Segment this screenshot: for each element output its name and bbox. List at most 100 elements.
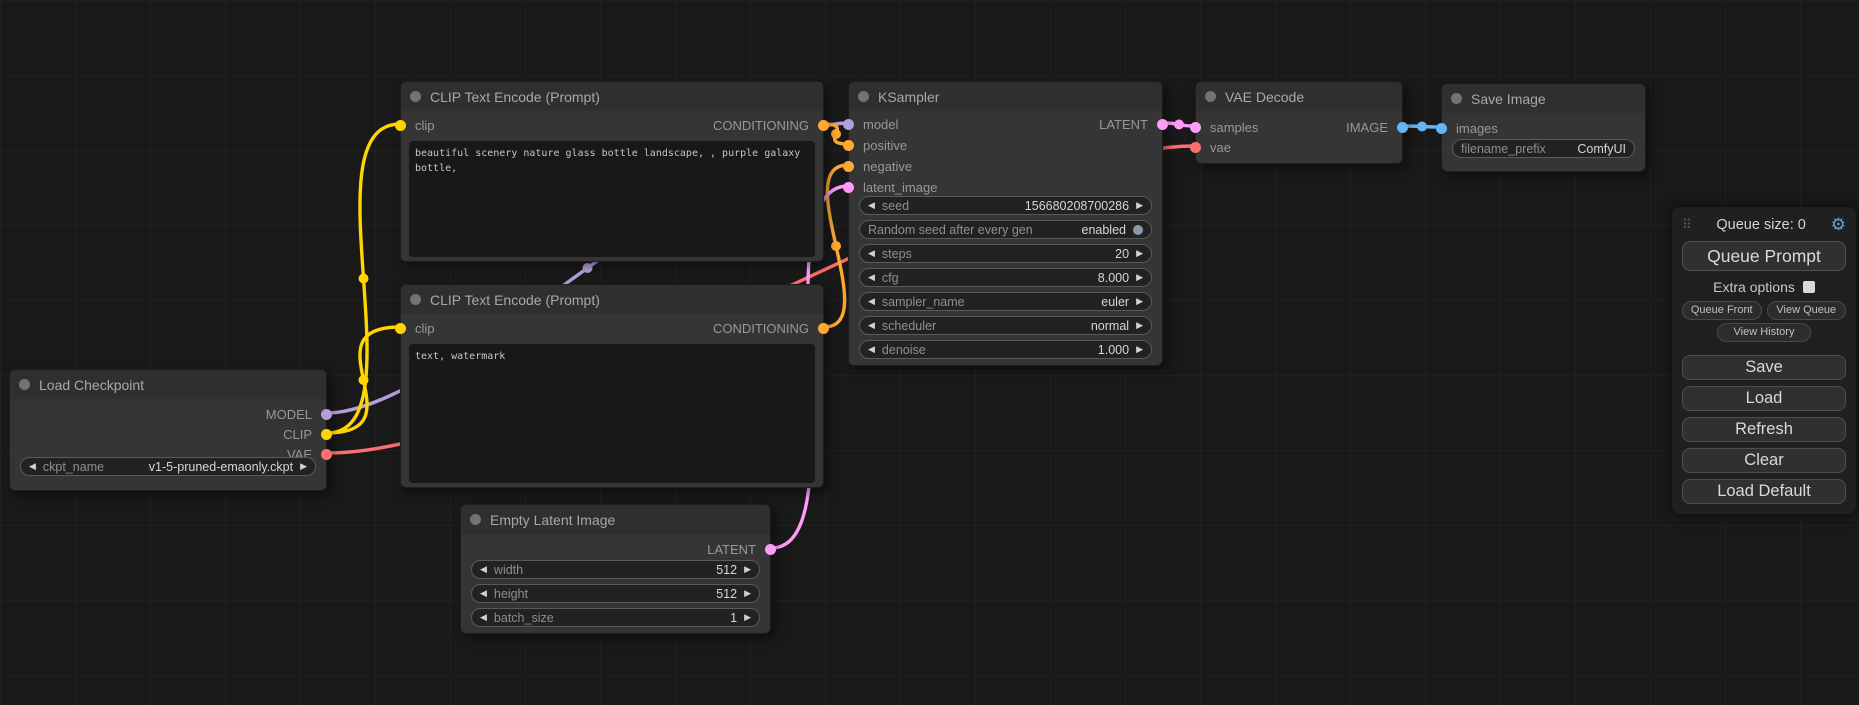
widget-value: 512: [716, 587, 737, 601]
collapse-dot-icon[interactable]: [410, 91, 421, 102]
output-port-latent[interactable]: [1157, 119, 1168, 130]
node-title: Load Checkpoint: [39, 377, 144, 393]
output-port-image[interactable]: [1397, 122, 1408, 133]
widget-label: width: [494, 563, 709, 577]
widget-label: scheduler: [882, 319, 1084, 333]
output-port-latent[interactable]: [765, 544, 776, 555]
decrement-arrow-icon[interactable]: ◀: [868, 201, 875, 210]
node-title: CLIP Text Encode (Prompt): [430, 89, 600, 105]
settings-gear-icon[interactable]: ⚙: [1831, 215, 1846, 235]
prompt-textarea[interactable]: text, watermark: [409, 344, 815, 483]
queue-prompt-button[interactable]: Queue Prompt: [1682, 241, 1846, 271]
widget-label: filename_prefix: [1461, 142, 1570, 156]
decrement-arrow-icon[interactable]: ◀: [480, 589, 487, 598]
link-midpoint-dot: [1417, 122, 1427, 132]
decrement-arrow-icon[interactable]: ◀: [29, 462, 36, 471]
decrement-arrow-icon[interactable]: ◀: [868, 297, 875, 306]
toggle-on-icon[interactable]: [1133, 225, 1143, 235]
save-button[interactable]: Save: [1682, 355, 1846, 380]
node-title-bar[interactable]: Load Checkpoint: [10, 370, 326, 399]
node-title-bar[interactable]: CLIP Text Encode (Prompt): [401, 285, 823, 314]
node-title-bar[interactable]: VAE Decode: [1196, 82, 1402, 111]
output-port-conditioning[interactable]: [818, 120, 829, 131]
increment-arrow-icon[interactable]: ▶: [744, 613, 751, 622]
decrement-arrow-icon[interactable]: ◀: [868, 249, 875, 258]
input-slot-positive: positive: [849, 135, 1162, 155]
view-queue-button[interactable]: View Queue: [1767, 301, 1847, 320]
widget-sampler-name[interactable]: ◀ sampler_name euler ▶: [859, 292, 1152, 311]
slot-label: IMAGE: [1346, 120, 1388, 135]
widget-denoise[interactable]: ◀ denoise 1.000 ▶: [859, 340, 1152, 359]
node-save-image[interactable]: Save Image images filename_prefix ComfyU…: [1441, 83, 1646, 172]
decrement-arrow-icon[interactable]: ◀: [868, 273, 875, 282]
widget-seed[interactable]: ◀ seed 156680208700286 ▶: [859, 196, 1152, 215]
node-clip-text-encode-negative[interactable]: CLIP Text Encode (Prompt) clip CONDITION…: [400, 284, 824, 488]
input-port-latent-image[interactable]: [843, 182, 854, 193]
node-title-bar[interactable]: CLIP Text Encode (Prompt): [401, 82, 823, 111]
input-port-vae[interactable]: [1190, 142, 1201, 153]
clear-button[interactable]: Clear: [1682, 448, 1846, 473]
view-history-button[interactable]: View History: [1717, 323, 1812, 342]
output-slot-clip: CLIP: [10, 424, 326, 444]
collapse-dot-icon[interactable]: [1451, 93, 1462, 104]
load-button[interactable]: Load: [1682, 386, 1846, 411]
decrement-arrow-icon[interactable]: ◀: [480, 565, 487, 574]
collapse-dot-icon[interactable]: [19, 379, 30, 390]
prompt-textarea[interactable]: beautiful scenery nature glass bottle la…: [409, 141, 815, 257]
collapse-dot-icon[interactable]: [1205, 91, 1216, 102]
node-load-checkpoint[interactable]: Load Checkpoint MODEL CLIP VAE ◀ ckpt_na…: [9, 369, 327, 491]
collapse-dot-icon[interactable]: [410, 294, 421, 305]
node-empty-latent-image[interactable]: Empty Latent Image LATENT ◀ width 512 ▶ …: [460, 504, 771, 634]
widget-height[interactable]: ◀ height 512 ▶: [471, 584, 760, 603]
output-slot-conditioning: CONDITIONING: [401, 115, 823, 135]
increment-arrow-icon[interactable]: ▶: [1136, 297, 1143, 306]
increment-arrow-icon[interactable]: ▶: [1136, 249, 1143, 258]
node-ksampler[interactable]: KSampler model positive negative latent_…: [848, 81, 1163, 366]
queue-front-button[interactable]: Queue Front: [1682, 301, 1762, 320]
node-title: KSampler: [878, 89, 939, 105]
input-port-negative[interactable]: [843, 161, 854, 172]
increment-arrow-icon[interactable]: ▶: [744, 589, 751, 598]
increment-arrow-icon[interactable]: ▶: [1136, 201, 1143, 210]
widget-steps[interactable]: ◀ steps 20 ▶: [859, 244, 1152, 263]
increment-arrow-icon[interactable]: ▶: [1136, 321, 1143, 330]
refresh-button[interactable]: Refresh: [1682, 417, 1846, 442]
node-title-bar[interactable]: KSampler: [849, 82, 1162, 111]
widget-width[interactable]: ◀ width 512 ▶: [471, 560, 760, 579]
widget-random-seed-toggle[interactable]: Random seed after every gen enabled: [859, 220, 1152, 239]
extra-options-checkbox[interactable]: [1803, 281, 1815, 293]
decrement-arrow-icon[interactable]: ◀: [480, 613, 487, 622]
decrement-arrow-icon[interactable]: ◀: [868, 321, 875, 330]
increment-arrow-icon[interactable]: ▶: [744, 565, 751, 574]
node-vae-decode[interactable]: VAE Decode samples vae IMAGE: [1195, 81, 1403, 164]
increment-arrow-icon[interactable]: ▶: [300, 462, 307, 471]
load-default-button[interactable]: Load Default: [1682, 479, 1846, 504]
slot-label: images: [1456, 121, 1498, 136]
output-slot-image: IMAGE: [1196, 117, 1402, 137]
node-clip-text-encode-positive[interactable]: CLIP Text Encode (Prompt) clip CONDITION…: [400, 81, 824, 262]
drag-handle-icon[interactable]: ⠿: [1682, 217, 1692, 233]
node-title-bar[interactable]: Empty Latent Image: [461, 505, 770, 534]
collapse-dot-icon[interactable]: [858, 91, 869, 102]
decrement-arrow-icon[interactable]: ◀: [868, 345, 875, 354]
widget-filename-prefix[interactable]: filename_prefix ComfyUI: [1452, 139, 1635, 158]
collapse-dot-icon[interactable]: [470, 514, 481, 525]
widget-cfg[interactable]: ◀ cfg 8.000 ▶: [859, 268, 1152, 287]
increment-arrow-icon[interactable]: ▶: [1136, 273, 1143, 282]
widget-ckpt-name[interactable]: ◀ ckpt_name v1-5-pruned-emaonly.ckpt ▶: [20, 457, 316, 476]
output-port-conditioning[interactable]: [818, 323, 829, 334]
node-title-bar[interactable]: Save Image: [1442, 84, 1645, 113]
widget-value: 156680208700286: [1025, 199, 1129, 213]
input-port-positive[interactable]: [843, 140, 854, 151]
node-graph-canvas[interactable]: Load Checkpoint MODEL CLIP VAE ◀ ckpt_na…: [0, 0, 1859, 705]
widget-batch-size[interactable]: ◀ batch_size 1 ▶: [471, 608, 760, 627]
slot-label: CLIP: [283, 427, 312, 442]
widget-value: 512: [716, 563, 737, 577]
input-port-images[interactable]: [1436, 123, 1447, 134]
slot-label: latent_image: [863, 180, 937, 195]
widget-scheduler[interactable]: ◀ scheduler normal ▶: [859, 316, 1152, 335]
output-port-model[interactable]: [321, 409, 332, 420]
output-port-clip[interactable]: [321, 429, 332, 440]
increment-arrow-icon[interactable]: ▶: [1136, 345, 1143, 354]
output-port-vae[interactable]: [321, 449, 332, 460]
